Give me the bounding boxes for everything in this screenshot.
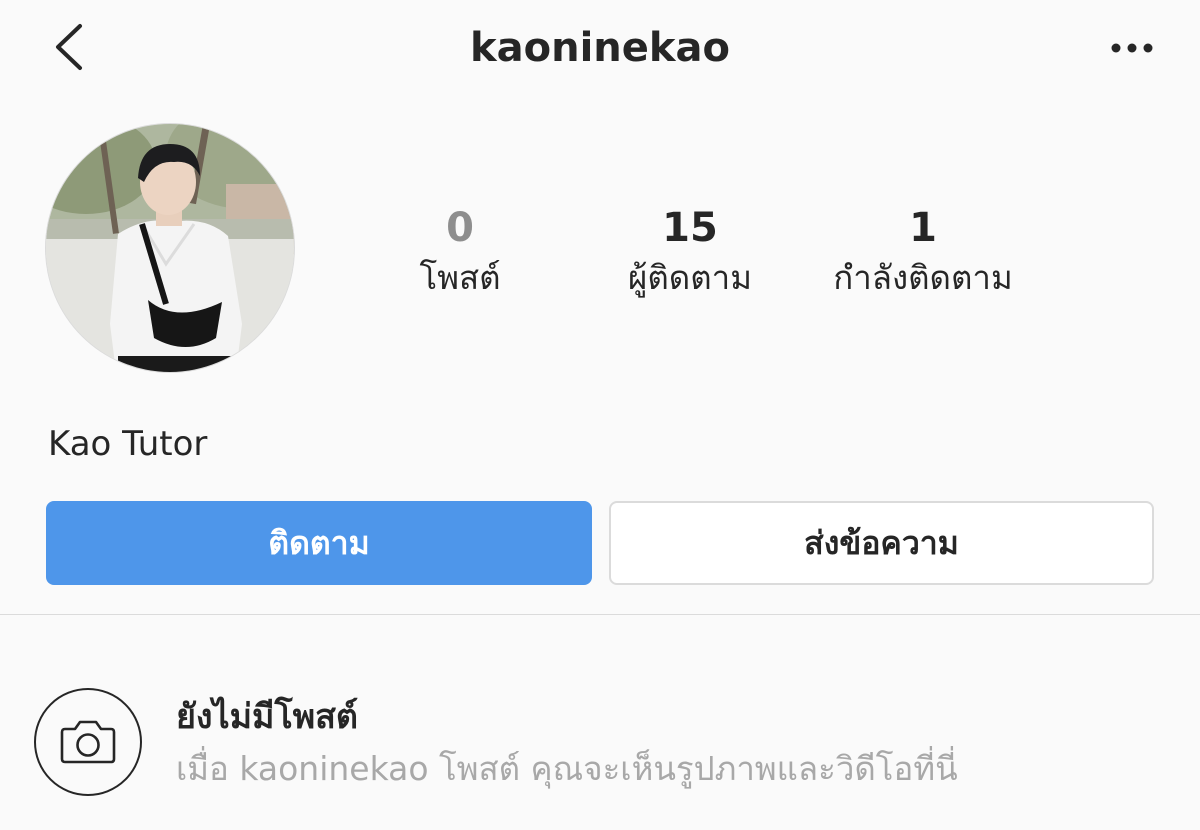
profile-page: kaoninekao 0 โพสต์ 15 ผู้ติดตาม 1 กำลังต… (0, 0, 1200, 830)
divider (0, 614, 1200, 615)
posts-label: โพสต์ (419, 258, 501, 297)
following-count: 1 (909, 205, 937, 251)
empty-state-description: เมื่อ kaoninekao โพสต์ คุณจะเห็นรูปภาพแล… (176, 749, 958, 788)
camera-icon (60, 720, 116, 764)
followers-label: ผู้ติดตาม (628, 258, 752, 297)
follow-button[interactable]: ติดตาม (46, 501, 592, 585)
followers-count: 15 (662, 205, 718, 251)
following-label: กำลังติดตาม (833, 258, 1013, 297)
posts-count: 0 (446, 205, 474, 251)
empty-state-title: ยังไม่มีโพสต์ (176, 697, 358, 737)
stat-posts: 0 โพสต์ (390, 200, 530, 300)
profile-photo (46, 124, 294, 372)
page-title: kaoninekao (470, 25, 730, 71)
camera-icon-circle (34, 688, 142, 796)
display-name: Kao Tutor (48, 424, 208, 464)
more-horizontal-icon (1111, 43, 1153, 53)
more-options-button[interactable] (1108, 34, 1156, 62)
stat-following[interactable]: 1 กำลังติดตาม (808, 200, 1038, 300)
avatar[interactable] (46, 124, 294, 372)
stat-followers[interactable]: 15 ผู้ติดตาม (600, 200, 780, 300)
message-button[interactable]: ส่งข้อความ (609, 501, 1154, 585)
